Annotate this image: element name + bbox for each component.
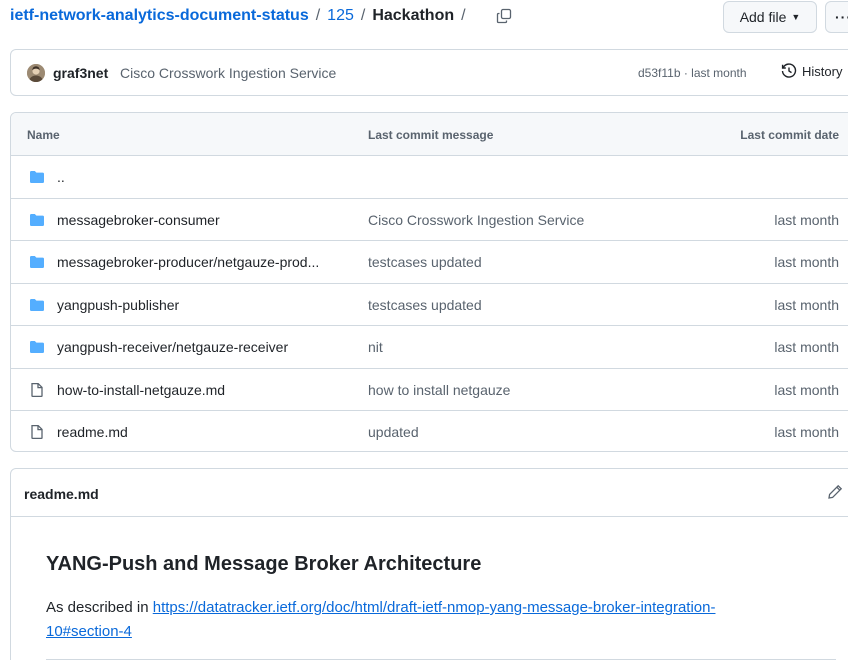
edit-file-button[interactable] [827, 484, 843, 500]
commit-date: last month [774, 296, 839, 313]
file-icon [31, 424, 43, 440]
commit-date: last month [774, 254, 839, 270]
file-name-link[interactable]: yangpush-publisher [57, 297, 179, 313]
commit-message-link[interactable]: Cisco Crosswork Ingestion Service [120, 65, 336, 81]
copy-path-button[interactable] [495, 7, 513, 25]
folder-icon [30, 171, 44, 183]
copy-icon [496, 8, 511, 24]
parent-directory-row[interactable]: .. [11, 156, 848, 199]
commit-message-link[interactable]: updated [368, 424, 419, 440]
file-name-link[interactable]: messagebroker-consumer [57, 212, 220, 228]
table-row[interactable]: yangpush-publisher testcases updated las… [11, 284, 848, 326]
breadcrumb-folder-link[interactable]: 125 [327, 7, 354, 25]
file-name-link[interactable]: how-to-install-netgauze.md [57, 382, 225, 398]
breadcrumb-repo-link[interactable]: ietf-network-analytics-document-status [10, 7, 309, 25]
top-bar: ietf-network-analytics-document-status /… [0, 0, 848, 36]
history-icon [781, 63, 797, 78]
readme-panel: readme.md YANG-Push and Message Broker A… [10, 468, 848, 660]
column-header-date: Last commit date [740, 128, 839, 142]
more-options-button[interactable]: ··· [825, 1, 848, 33]
more-options-label: ··· [835, 9, 848, 25]
caret-down-icon: ▼ [791, 12, 801, 22]
commit-message-link[interactable]: nit [368, 339, 383, 355]
add-file-button[interactable]: Add file ▼ [723, 1, 817, 33]
latest-commit-bar: graf3net Cisco Crosswork Ingestion Servi… [10, 49, 848, 96]
commit-message-link[interactable]: how to install netgauze [368, 382, 510, 398]
commit-date: last month [774, 381, 839, 398]
readme-heading: YANG-Push and Message Broker Architectur… [46, 553, 482, 575]
folder-icon [30, 256, 44, 268]
history-label: History [802, 63, 843, 79]
file-table: Name Last commit message Last commit dat… [10, 112, 848, 452]
breadcrumb-separator: / [360, 7, 366, 24]
table-row[interactable]: yangpush-receiver/netgauze-receiver nit … [11, 326, 848, 369]
column-header-message: Last commit message [368, 128, 494, 142]
table-header: Name Last commit message Last commit dat… [11, 113, 848, 156]
breadcrumb: ietf-network-analytics-document-status /… [10, 7, 513, 25]
pencil-icon [828, 484, 843, 499]
history-button[interactable]: History [781, 63, 842, 79]
breadcrumb-separator: / [461, 7, 466, 24]
table-row[interactable]: readme.md updated last month [11, 411, 848, 451]
table-row[interactable]: messagebroker-producer/netgauze-prod... … [11, 241, 848, 284]
folder-icon [30, 213, 44, 226]
breadcrumb-current: Hackathon [372, 7, 455, 24]
readme-paragraph: As described in https://datatracker.ietf… [46, 596, 786, 644]
file-name-link[interactable]: readme.md [57, 424, 128, 440]
commit-author-link[interactable]: graf3net [53, 65, 108, 81]
commit-message-link[interactable]: testcases updated [368, 254, 482, 270]
table-row[interactable]: how-to-install-netgauze.md how to instal… [11, 369, 848, 411]
parent-directory-link[interactable]: .. [57, 169, 65, 185]
folder-icon [30, 298, 44, 311]
folder-icon [30, 341, 44, 353]
file-icon [31, 382, 43, 397]
table-row[interactable]: messagebroker-consumer Cisco Crosswork I… [11, 199, 848, 241]
readme-title[interactable]: readme.md [24, 486, 99, 502]
user-avatar-icon [27, 64, 45, 82]
commit-message-link[interactable]: Cisco Crosswork Ingestion Service [368, 212, 584, 228]
file-name-link[interactable]: yangpush-receiver/netgauze-receiver [57, 339, 288, 355]
commit-date: last month [774, 211, 839, 228]
column-header-name: Name [27, 128, 60, 142]
commit-date: last month [774, 339, 839, 355]
readme-intro-text: As described in [46, 599, 153, 616]
file-name-link[interactable]: messagebroker-producer/netgauze-prod... [57, 254, 319, 270]
commit-hash-time[interactable]: d53f11b · last month [638, 66, 747, 80]
readme-header: readme.md [11, 469, 848, 517]
add-file-label: Add file [739, 9, 787, 25]
avatar[interactable] [27, 64, 45, 82]
commit-date: last month [774, 424, 839, 440]
commit-message-link[interactable]: testcases updated [368, 297, 482, 313]
breadcrumb-separator: / [315, 7, 321, 24]
